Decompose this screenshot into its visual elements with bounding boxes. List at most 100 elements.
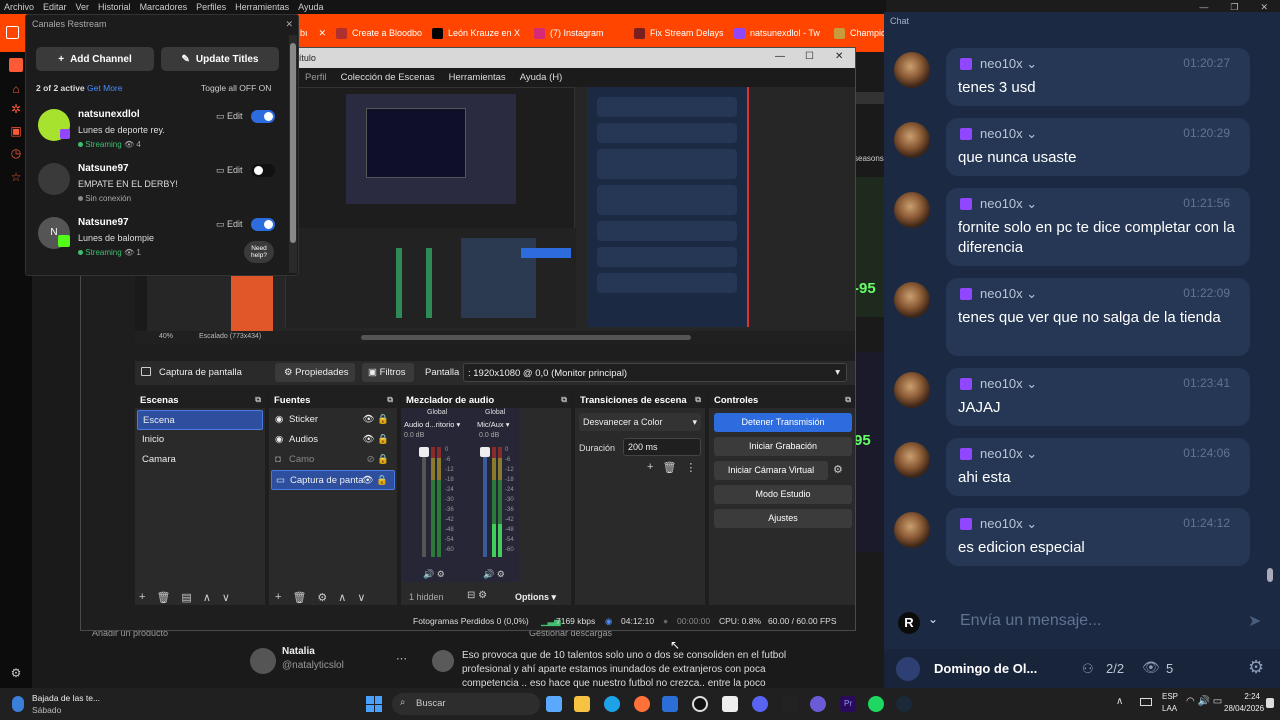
filters-button[interactable]: ▣ Filtros xyxy=(362,363,414,382)
undock-icon[interactable]: ⧉ xyxy=(845,395,851,405)
volume-icon[interactable]: 🔊 ⚙ xyxy=(423,569,445,580)
undock-icon[interactable]: ⧉ xyxy=(255,395,261,405)
toggle-all-on[interactable]: ON xyxy=(259,83,272,93)
store-icon[interactable]: ⌂ xyxy=(9,82,23,96)
restream-close-icon[interactable]: ✕ xyxy=(285,19,293,30)
update-titles-button[interactable]: ✎ Update Titles xyxy=(161,47,279,71)
source-item[interactable]: ◉ Sticker 👁 🔒 xyxy=(271,410,395,430)
add-icon[interactable]: + xyxy=(647,461,653,474)
restream-scrollbar[interactable] xyxy=(289,35,297,273)
add-source-icon[interactable]: + xyxy=(275,591,281,604)
weather-icon[interactable] xyxy=(12,696,24,712)
menu-item[interactable]: Historial xyxy=(98,0,131,14)
mixer-layout-icon[interactable]: ⊟ ⚙ xyxy=(467,590,487,601)
more-icon[interactable]: ⋯ xyxy=(396,652,407,665)
restream-logo[interactable]: R xyxy=(898,612,920,634)
add-channel-button[interactable]: + Add Channel xyxy=(36,47,154,71)
discord-icon[interactable] xyxy=(752,696,768,712)
tray-app-icon[interactable] xyxy=(1140,698,1152,706)
menu-item[interactable]: Archivo xyxy=(4,0,34,14)
down-icon[interactable]: ∨ xyxy=(222,591,230,604)
hidden-count[interactable]: 1 hidden xyxy=(409,592,444,602)
tab-partial[interactable]: bı ✕ xyxy=(300,18,340,48)
settings-button[interactable]: Ajustes xyxy=(714,509,852,528)
start-windows-icon[interactable] xyxy=(366,696,382,712)
obs-maximize-icon[interactable]: ☐ xyxy=(805,51,814,62)
clock-date[interactable]: 28/04/2026 xyxy=(1224,704,1264,713)
edit-button[interactable]: ▭ Edit xyxy=(216,219,243,230)
up-icon[interactable]: ∧ xyxy=(338,591,346,604)
browser-tab[interactable]: Create a Bloodbo xyxy=(336,18,428,48)
user-avatar[interactable] xyxy=(894,52,930,88)
copilot-icon[interactable] xyxy=(546,696,562,712)
menu-item[interactable]: Marcadores xyxy=(140,0,188,14)
properties-button[interactable]: ⚙ Propiedades xyxy=(275,363,355,382)
trash-icon[interactable]: 🗑 xyxy=(292,591,306,604)
user-avatar[interactable] xyxy=(894,512,930,548)
stop-stream-button[interactable]: Detener Transmisión xyxy=(714,413,852,432)
app-icon[interactable] xyxy=(810,696,826,712)
tray-chevron-icon[interactable]: ∧ xyxy=(1116,696,1123,707)
user-avatar[interactable] xyxy=(894,122,930,158)
menu-item[interactable]: Editar xyxy=(43,0,67,14)
menu-item[interactable]: Ayuda xyxy=(298,0,323,14)
duration-input[interactable]: 200 ms xyxy=(623,438,701,456)
channel-toggle[interactable] xyxy=(251,110,275,123)
volume-icon[interactable]: 🔊 ⚙ xyxy=(483,569,505,580)
eye-hidden-icon[interactable]: ⊘ 🔒 xyxy=(367,450,389,470)
toggle-all-off[interactable]: Toggle all OFF xyxy=(201,83,256,93)
undock-icon[interactable]: ⧉ xyxy=(387,395,393,405)
channel-1-name[interactable]: Audio d...ritorio ▾ xyxy=(404,420,460,429)
source-item[interactable]: ◘ Camo ⊘ 🔒 xyxy=(271,450,395,470)
eye-lock-icon[interactable]: 👁 🔒 xyxy=(362,430,389,450)
get-more-link[interactable]: Get More xyxy=(87,83,122,93)
virtual-camera-button[interactable]: Iniciar Cámara Virtual xyxy=(714,461,828,480)
chat-username[interactable]: neo10x ⌄ xyxy=(980,126,1037,142)
capcut-icon[interactable] xyxy=(722,696,738,712)
chat-username[interactable]: neo10x ⌄ xyxy=(980,376,1037,392)
down-icon[interactable]: ∨ xyxy=(357,591,365,604)
user-avatar[interactable] xyxy=(894,442,930,478)
obs-menu-item[interactable]: Herramientas xyxy=(449,68,506,87)
transition-select[interactable]: Desvanecer a Color ▾ xyxy=(579,413,701,431)
filter-icon[interactable]: ▤ xyxy=(181,591,191,604)
gear-icon[interactable]: ⚙ xyxy=(833,463,843,476)
settings-gear-icon[interactable]: ⚙ xyxy=(1248,657,1264,678)
browser-tab[interactable]: natsunexdlol - Tw xyxy=(734,18,830,48)
scene-item[interactable]: Camara xyxy=(137,450,263,470)
extensions-icon[interactable]: ✲ xyxy=(9,102,23,116)
user-avatar[interactable] xyxy=(894,192,930,228)
gear-icon[interactable]: ⚙ xyxy=(317,591,327,604)
menu-item[interactable]: Perfiles xyxy=(196,0,226,14)
user-avatar[interactable] xyxy=(250,648,276,674)
source-item[interactable]: ◉ Audios 👁 🔒 xyxy=(271,430,395,450)
toggle-all[interactable]: Toggle all OFF ON xyxy=(201,83,271,93)
notification-icon[interactable] xyxy=(1266,698,1274,708)
obs-close-icon[interactable]: ✕ xyxy=(835,51,843,62)
browser-tab[interactable]: León Krauze en X xyxy=(432,18,530,48)
browser-tab[interactable]: Champion xyxy=(834,18,884,48)
user-avatar[interactable] xyxy=(894,372,930,408)
weather-title[interactable]: Bajada de las te... xyxy=(32,693,100,703)
mixer-options-button[interactable]: Options ▾ xyxy=(515,592,556,603)
need-help-button[interactable]: Need help? xyxy=(244,241,274,263)
trash-icon[interactable]: 🗑 xyxy=(662,461,676,474)
wallet-icon[interactable]: ▣ xyxy=(9,124,23,138)
channel-toggle[interactable] xyxy=(251,218,275,231)
firefox-icon[interactable] xyxy=(634,696,650,712)
wifi-volume-battery-icon[interactable]: ◠ 🔊 ▭ xyxy=(1186,696,1222,707)
tab-overview-icon[interactable] xyxy=(6,26,19,39)
eye-lock-icon[interactable]: 👁 🔒 xyxy=(361,471,388,491)
edge-icon[interactable] xyxy=(604,696,620,712)
channel-2-fader[interactable] xyxy=(480,447,490,557)
bookmark-icon[interactable]: ☆ xyxy=(9,170,23,184)
app-icon[interactable] xyxy=(782,696,798,712)
source-item[interactable]: ▭ Captura de panta 👁 🔒 xyxy=(271,470,395,490)
obs-icon[interactable] xyxy=(692,696,708,712)
chat-username[interactable]: neo10x ⌄ xyxy=(980,446,1037,462)
obs-minimize-icon[interactable]: — xyxy=(775,51,785,62)
user-name[interactable]: Natalia xyxy=(282,646,315,657)
scene-item[interactable]: Escena xyxy=(137,410,263,430)
send-icon[interactable]: ➤ xyxy=(1248,611,1261,631)
settings-gear-icon[interactable]: ⚙ xyxy=(9,666,23,680)
